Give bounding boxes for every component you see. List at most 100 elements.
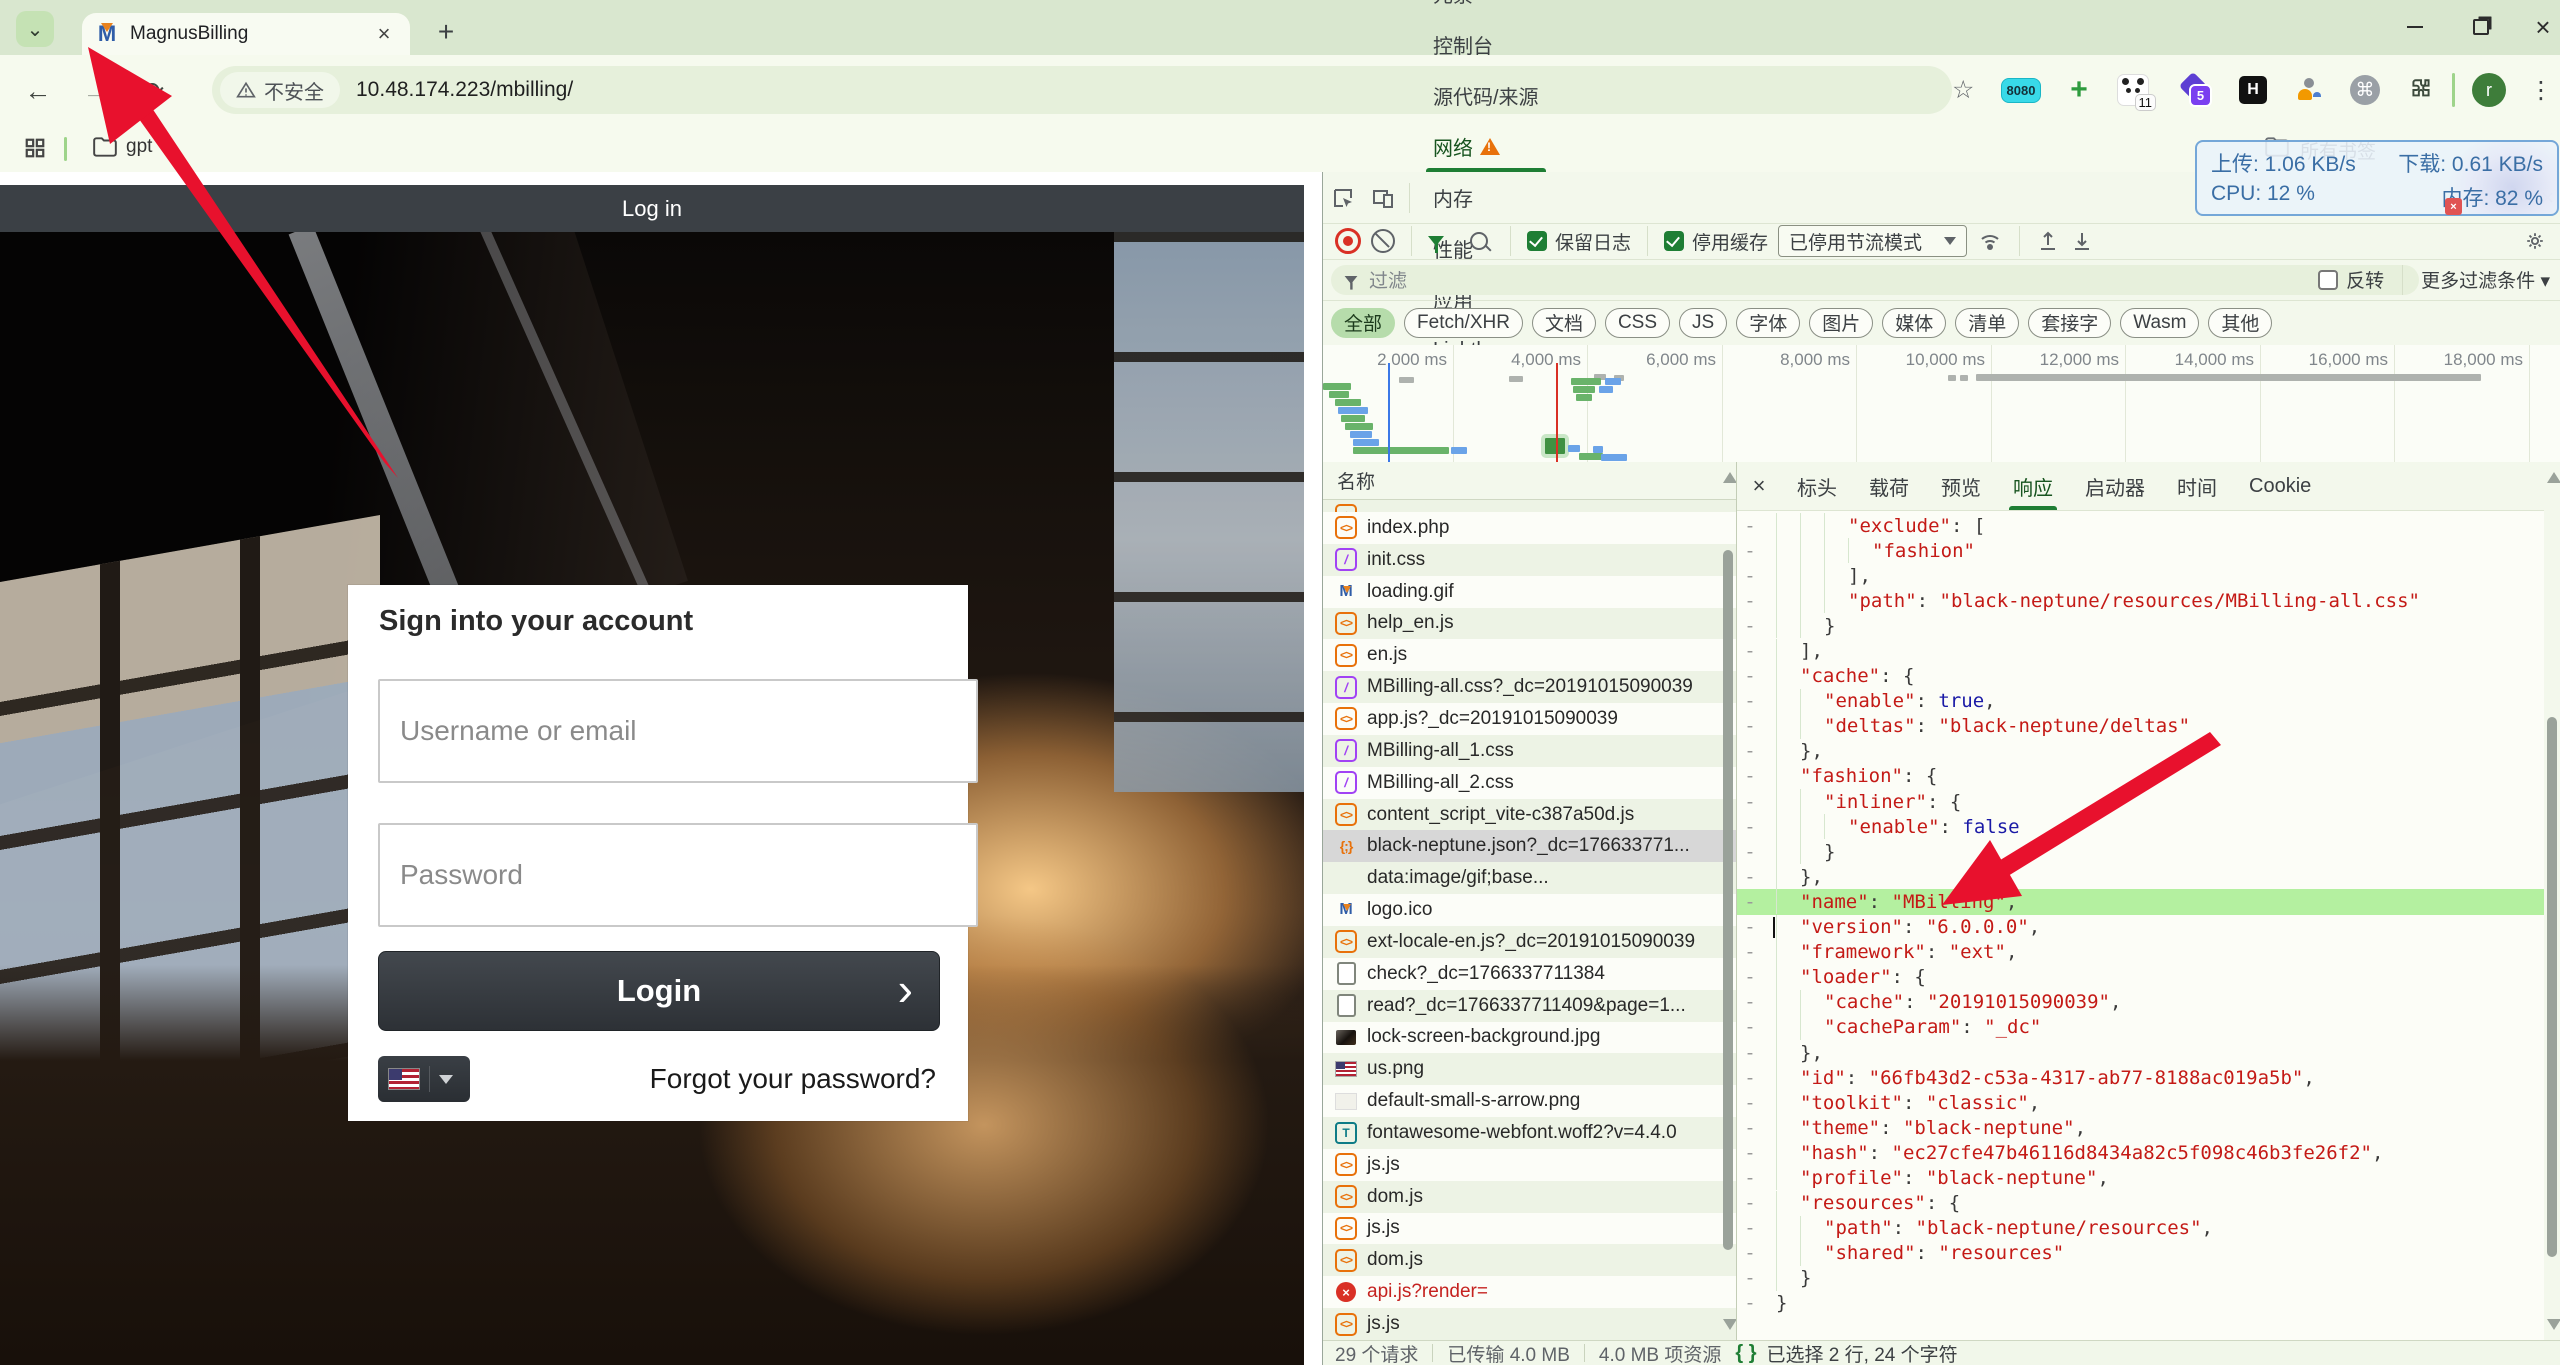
response-scrollbar[interactable] [2544,462,2560,1340]
request-type-chip[interactable]: 字体 [1736,308,1800,338]
devtools-tab[interactable]: 元素 [1416,0,1556,19]
request-type-chip[interactable]: 文档 [1532,308,1596,338]
bookmark-folder-gpt[interactable]: gpt [126,136,152,158]
request-row[interactable]: <> js.js [1323,1149,1736,1181]
response-json-view[interactable]: - "exclude": [ - "fashion" - [1737,510,2544,1340]
request-row[interactable]: <> index.php [1323,512,1736,544]
login-button[interactable]: Login › [378,951,940,1031]
response-tab[interactable]: 时间 [2161,462,2233,510]
fold-marker[interactable]: - [1737,941,1763,963]
overlay-close-icon[interactable]: × [2445,198,2462,215]
not-secure-chip[interactable]: 不安全 [220,72,340,108]
scroll-down-icon[interactable] [2547,1319,2560,1330]
request-row[interactable]: M logo.ico [1323,894,1736,926]
devtools-tab[interactable]: 控制台 [1416,19,1556,70]
fold-marker[interactable]: - [1737,1142,1763,1164]
scroll-down-icon[interactable] [1723,1319,1737,1330]
apps-grid-icon[interactable] [24,137,46,159]
window-minimize-button[interactable] [2398,10,2432,44]
request-row[interactable]: <> ext-locale-en.js?_dc=20191015090039 [1323,926,1736,958]
profile-avatar[interactable]: r [2468,69,2510,111]
request-row[interactable]: <> js.js [1323,1308,1736,1340]
request-type-chip[interactable]: JS [1679,308,1727,338]
response-tab[interactable]: 载荷 [1853,462,1925,510]
language-dropdown[interactable] [378,1056,470,1102]
export-har-icon[interactable] [2070,229,2094,253]
fold-marker[interactable]: - [1737,791,1763,813]
inspect-element-icon[interactable] [1323,180,1363,216]
request-row[interactable]: <> content_script_vite-c387a50d.js [1323,799,1736,831]
request-row[interactable]: <> dom.js [1323,1244,1736,1276]
username-field[interactable] [378,679,978,783]
request-type-chip[interactable]: 清单 [1955,308,2019,338]
request-type-chip[interactable]: CSS [1605,308,1670,338]
request-row[interactable]: <> en.js [1323,639,1736,671]
invert-filter-checkbox[interactable]: 反转 [2318,266,2384,293]
fold-marker[interactable]: - [1737,1016,1763,1038]
disable-cache-checkbox[interactable]: 停用缓存 [1664,228,1768,255]
scrollbar-thumb[interactable] [1723,550,1733,1250]
request-type-chip[interactable]: 图片 [1809,308,1873,338]
browser-tab[interactable]: M MagnusBilling × [82,13,410,55]
back-button[interactable]: ← [18,71,58,111]
password-field[interactable] [378,823,978,927]
network-conditions-icon[interactable] [1977,229,2003,253]
fold-marker[interactable]: - [1737,1267,1763,1289]
fold-marker[interactable]: - [1737,665,1763,687]
request-row[interactable]: us.png [1323,1053,1736,1085]
throttling-select[interactable]: 已停用节流模式 [1778,225,1967,257]
device-toolbar-icon[interactable] [1363,180,1403,216]
forward-button[interactable]: → [76,71,116,111]
reload-button[interactable]: ⟳ [134,71,174,111]
fold-marker[interactable]: - [1737,1067,1763,1089]
fold-marker[interactable]: - [1737,966,1763,988]
request-row[interactable]: / init.css [1323,544,1736,576]
fold-marker[interactable]: - [1737,615,1763,637]
network-overview-timeline[interactable]: 2,000 ms4,000 ms6,000 ms8,000 ms10,000 m… [1323,345,2560,463]
network-settings-gear-icon[interactable] [2524,230,2546,252]
fold-marker[interactable]: - [1737,565,1763,587]
request-type-chip[interactable]: 全部 [1331,308,1395,338]
response-tab[interactable]: 响应 [1997,462,2069,510]
request-row[interactable]: T fontawesome-webfont.woff2?v=4.4.0 [1323,1117,1736,1149]
extension-h-icon[interactable]: H [2232,69,2274,111]
scroll-up-icon[interactable] [2547,472,2560,483]
response-tab[interactable]: 标头 [1781,462,1853,510]
request-row[interactable]: <> [1323,500,1736,512]
scroll-up-icon[interactable] [1723,472,1737,483]
fold-marker[interactable]: - [1737,640,1763,662]
fold-marker[interactable]: - [1737,891,1763,913]
request-row[interactable]: M loading.gif [1323,576,1736,608]
response-tab[interactable]: 预览 [1925,462,1997,510]
fold-marker[interactable]: - [1737,1192,1763,1214]
extensions-puzzle-icon[interactable] [2400,69,2442,111]
bookmark-star-icon[interactable]: ☆ [1952,75,1974,105]
fold-marker[interactable]: - [1737,1292,1763,1314]
extension-8080-icon[interactable]: 8080 [2000,69,2042,111]
fold-marker[interactable]: - [1737,1217,1763,1239]
fold-marker[interactable]: - [1737,690,1763,712]
fold-marker[interactable]: - [1737,866,1763,888]
fold-marker[interactable]: - [1737,1167,1763,1189]
request-row[interactable]: <> app.js?_dc=20191015090039 [1323,703,1736,735]
fold-marker[interactable]: - [1737,1117,1763,1139]
extension-command-icon[interactable]: ⌘ [2344,69,2386,111]
fold-marker[interactable]: - [1737,715,1763,737]
request-row[interactable]: × api.js?render= [1323,1276,1736,1308]
scrollbar-thumb[interactable] [2547,717,2557,1257]
window-restore-button[interactable] [2464,10,2498,44]
omnibox[interactable]: 不安全 10.48.174.223/mbilling/ [212,66,1952,114]
request-row[interactable]: data:image/gif;base... [1323,862,1736,894]
request-row[interactable]: <> js.js [1323,1213,1736,1245]
request-type-chip[interactable]: Fetch/XHR [1404,308,1523,338]
devtools-tab[interactable]: 网络 [1416,121,1556,172]
search-icon[interactable] [1470,232,1488,250]
request-row[interactable]: / MBilling-all.css?_dc=20191015090039 [1323,671,1736,703]
extension-person-icon[interactable] [2288,69,2330,111]
forgot-password-link[interactable]: Forgot your password? [650,1063,936,1095]
request-list-header[interactable]: 名称 [1323,462,1736,500]
extension-panda-icon[interactable]: 11 [2112,69,2154,111]
fold-marker[interactable]: - [1737,841,1763,863]
fold-marker[interactable]: - [1737,540,1763,562]
close-response-pane-icon[interactable]: × [1737,462,1781,510]
